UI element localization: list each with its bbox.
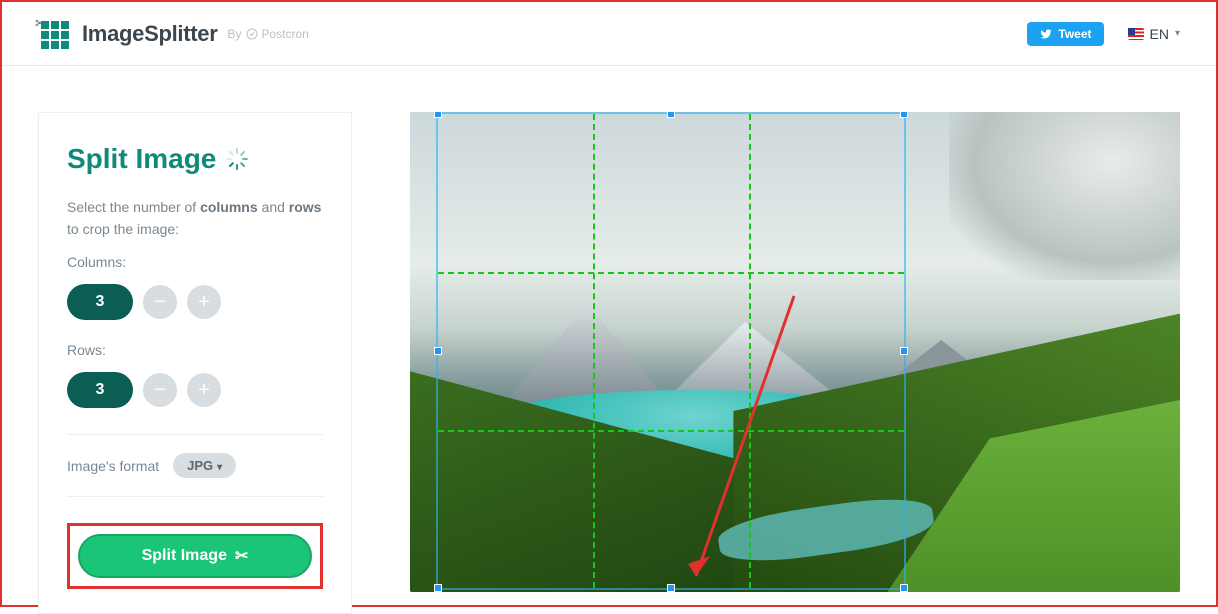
split-image-button[interactable]: Split Image ✂ xyxy=(78,534,312,578)
crop-handle[interactable] xyxy=(900,584,908,592)
preview-image[interactable] xyxy=(410,112,1180,592)
crop-selection[interactable] xyxy=(436,112,906,590)
crop-handle[interactable] xyxy=(434,112,442,118)
instructions-text: Select the number of columns and rows to… xyxy=(67,197,323,240)
loading-spinner-icon xyxy=(226,148,248,170)
scissor-icon: ✂ xyxy=(235,546,248,566)
us-flag-icon xyxy=(1128,28,1144,40)
divider xyxy=(67,434,323,435)
columns-minus-button[interactable]: − xyxy=(143,285,177,319)
crop-handle[interactable] xyxy=(900,347,908,355)
chevron-down-icon: ▾ xyxy=(217,462,222,473)
rows-label: Rows: xyxy=(67,342,323,358)
header: ✂ ImageSplitter By Postcron Tweet EN ▾ xyxy=(2,2,1216,66)
columns-value: 3 xyxy=(67,284,133,320)
crop-handle[interactable] xyxy=(667,112,675,118)
split-button-highlight: Split Image ✂ xyxy=(67,523,323,589)
brand-logo[interactable]: ✂ ImageSplitter xyxy=(38,17,217,51)
main-content: Split Image Select the number of columns… xyxy=(2,66,1216,614)
divider xyxy=(67,496,323,497)
crop-handle[interactable] xyxy=(900,112,908,118)
columns-stepper: 3 − + xyxy=(67,284,323,320)
logo-mark-icon: ✂ xyxy=(38,17,72,51)
format-label: Image's format xyxy=(67,458,159,474)
brand-name: ImageSplitter xyxy=(82,21,217,47)
columns-label: Columns: xyxy=(67,254,323,270)
by-postcron-label[interactable]: By Postcron xyxy=(227,27,308,41)
rows-plus-button[interactable]: + xyxy=(187,373,221,407)
tweet-button[interactable]: Tweet xyxy=(1027,22,1103,46)
crop-handle[interactable] xyxy=(667,584,675,592)
postcron-check-icon xyxy=(246,28,258,40)
format-select[interactable]: JPG▾ xyxy=(173,453,236,478)
language-selector[interactable]: EN ▾ xyxy=(1128,26,1180,42)
image-preview xyxy=(410,112,1180,592)
crop-handle[interactable] xyxy=(434,584,442,592)
format-row: Image's format JPG▾ xyxy=(67,453,323,478)
rows-minus-button[interactable]: − xyxy=(143,373,177,407)
panel-title: Split Image xyxy=(67,143,323,175)
columns-plus-button[interactable]: + xyxy=(187,285,221,319)
twitter-icon xyxy=(1039,28,1053,40)
rows-value: 3 xyxy=(67,372,133,408)
controls-panel: Split Image Select the number of columns… xyxy=(38,112,352,614)
rows-stepper: 3 − + xyxy=(67,372,323,408)
chevron-down-icon: ▾ xyxy=(1175,28,1180,39)
crop-handle[interactable] xyxy=(434,347,442,355)
